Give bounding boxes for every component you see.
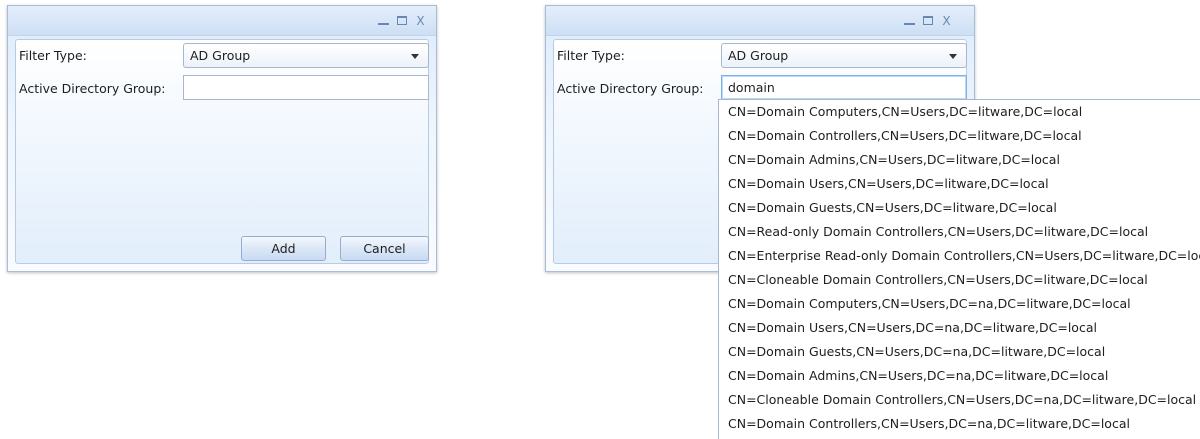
minimize-icon[interactable] <box>903 15 916 27</box>
suggestion-item[interactable]: CN=Domain Users,CN=Users,DC=na,DC=litwar… <box>728 316 1097 340</box>
filter-type-value: AD Group <box>728 48 789 63</box>
ad-group-label: Active Directory Group: <box>19 81 166 96</box>
suggestion-item[interactable]: CN=Cloneable Domain Controllers,CN=Users… <box>728 388 1196 412</box>
suggestion-item[interactable]: CN=Cloneable Domain Controllers,CN=Users… <box>728 268 1148 292</box>
suggestion-item[interactable]: CN=Domain Guests,CN=Users,DC=na,DC=litwa… <box>728 340 1105 364</box>
maximize-icon[interactable] <box>396 15 409 27</box>
minimize-icon[interactable] <box>377 15 390 27</box>
suggestion-item[interactable]: CN=Domain Admins,CN=Users,DC=litware,DC=… <box>728 148 1060 172</box>
close-icon[interactable]: X <box>414 15 427 27</box>
cancel-button[interactable]: Cancel <box>340 236 429 261</box>
suggestion-item[interactable]: CN=Domain Users,CN=Users,DC=litware,DC=l… <box>728 172 1049 196</box>
ad-group-input[interactable]: domain <box>721 75 967 100</box>
suggestion-item[interactable]: CN=Read-only Domain Controllers,CN=Users… <box>728 220 1148 244</box>
left-titlebar: X <box>8 6 436 36</box>
suggestion-item[interactable]: CN=Domain Computers,CN=Users,DC=na,DC=li… <box>728 292 1131 316</box>
right-titlebar: X <box>546 6 974 36</box>
suggestion-item[interactable]: CN=Domain Guests,CN=Users,DC=litware,DC=… <box>728 196 1057 220</box>
ad-group-input[interactable] <box>183 75 429 100</box>
close-icon[interactable]: X <box>940 15 953 27</box>
add-button[interactable]: Add <box>241 236 326 261</box>
filter-type-label: Filter Type: <box>557 48 625 63</box>
chevron-down-icon[interactable] <box>949 54 957 59</box>
suggestion-item[interactable]: CN=Domain Controllers,CN=Users,DC=litwar… <box>728 124 1082 148</box>
suggestion-item[interactable]: CN=Enterprise Read-only Domain Controlle… <box>728 244 1200 268</box>
suggestion-item[interactable]: CN=Domain Computers,CN=Users,DC=litware,… <box>728 100 1082 124</box>
suggestion-item[interactable]: CN=Domain Admins,CN=Users,DC=na,DC=litwa… <box>728 364 1108 388</box>
filter-type-select[interactable]: AD Group <box>721 43 967 68</box>
left-form-panel: Filter Type: AD Group Active Directory G… <box>15 39 429 264</box>
filter-type-select[interactable]: AD Group <box>183 43 429 68</box>
suggestion-item[interactable]: CN=Domain Controllers,CN=Users,DC=na,DC=… <box>728 412 1130 436</box>
autocomplete-dropdown: CN=Domain Computers,CN=Users,DC=litware,… <box>718 99 1200 439</box>
filter-type-value: AD Group <box>190 48 251 63</box>
maximize-icon[interactable] <box>922 15 935 27</box>
ad-group-label: Active Directory Group: <box>557 81 704 96</box>
filter-type-label: Filter Type: <box>19 48 87 63</box>
left-dialog: X Filter Type: AD Group Active Directory… <box>7 5 437 272</box>
chevron-down-icon[interactable] <box>411 54 419 59</box>
